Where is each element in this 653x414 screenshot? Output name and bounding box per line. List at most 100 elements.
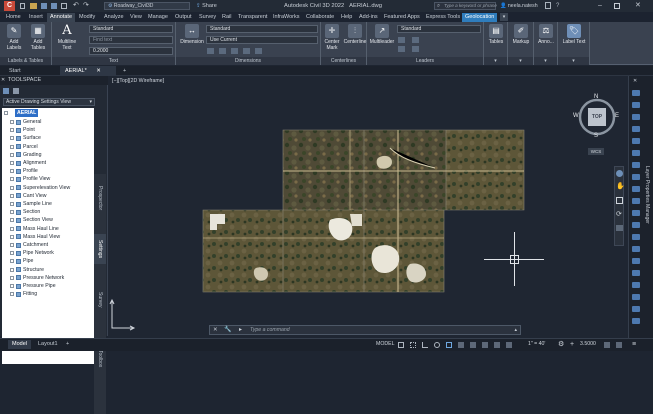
auto-scale-icon[interactable] (506, 342, 512, 348)
leaders-title[interactable]: Leaders (367, 57, 483, 65)
osnap-icon[interactable] (446, 342, 452, 348)
expand-icon[interactable] (10, 259, 14, 264)
tab-add-ins[interactable]: Add-ins (356, 13, 381, 22)
tool-icon[interactable] (632, 210, 640, 216)
new-icon[interactable] (20, 3, 25, 9)
annotation-button[interactable]: ⚖ Anno... (535, 24, 557, 45)
add-leader-icon[interactable] (398, 37, 405, 43)
tab-rail[interactable]: Rail (219, 13, 234, 22)
find-text-input[interactable]: Find text (89, 36, 173, 44)
tab-insert[interactable]: Insert (26, 13, 46, 22)
expand-icon[interactable] (10, 136, 14, 141)
viewcube[interactable]: TOP N S W E (572, 94, 620, 142)
save-icon[interactable] (41, 3, 47, 9)
expand-icon[interactable] (10, 144, 14, 149)
tab-survey[interactable]: Survey (196, 13, 219, 22)
workspace-selector[interactable]: ⚙ Roadway_Civil3D (104, 2, 190, 10)
viewcube-top-face[interactable]: TOP (588, 108, 606, 126)
expand-icon[interactable] (10, 185, 14, 190)
hardware-acceleration-icon[interactable] (604, 342, 610, 348)
label-text-expander[interactable]: ▾ (558, 57, 589, 65)
lineweight-icon[interactable] (458, 342, 464, 348)
tool-icon[interactable] (632, 90, 640, 96)
tool-icon[interactable] (632, 162, 640, 168)
selection-cycling-icon[interactable] (482, 342, 488, 348)
ribbon-minimize-icon[interactable]: ▾ (500, 13, 508, 21)
compass-north[interactable]: N (594, 94, 598, 100)
text-height-input[interactable]: 0.2000 (89, 47, 173, 55)
tab-infraworks[interactable]: InfraWorks (270, 13, 303, 22)
wcs-menu[interactable]: WCS (588, 148, 604, 155)
orbit-icon[interactable]: ⟳ (616, 211, 622, 219)
cart-icon[interactable] (545, 2, 551, 9)
viewport-controls[interactable]: [−][Top][2D Wireframe] (112, 78, 164, 84)
expand-icon[interactable] (10, 251, 14, 256)
centerlines-title[interactable]: Centerlines (321, 57, 366, 65)
adjust-space-icon[interactable] (243, 48, 250, 54)
tab-model[interactable]: Model (8, 340, 31, 349)
tool-icon[interactable] (632, 270, 640, 276)
expand-icon[interactable] (10, 292, 14, 297)
center-mark-button[interactable]: ✛ Center Mark (322, 24, 342, 51)
transparency-icon[interactable] (470, 342, 476, 348)
tool-icon[interactable] (632, 282, 640, 288)
dimension-button[interactable]: ↔ Dimension (179, 24, 205, 45)
tab-express-tools[interactable]: Express Tools (423, 13, 463, 22)
dim-layer-select[interactable]: Use Current (206, 36, 318, 44)
expand-icon[interactable] (10, 128, 14, 133)
tab-collaborate[interactable]: Collaborate (303, 13, 337, 22)
tool-icon[interactable] (632, 114, 640, 120)
minimize-icon[interactable]: – (598, 1, 602, 11)
tab-home[interactable]: Home (3, 13, 24, 22)
side-tab-survey[interactable]: Survey (94, 286, 106, 314)
expand-icon[interactable] (10, 267, 14, 272)
tab-layout1[interactable]: Layout1 (34, 340, 62, 349)
tool-icon[interactable] (632, 318, 640, 324)
tool-icon[interactable] (632, 126, 640, 132)
edit-icon[interactable] (13, 88, 19, 94)
polar-icon[interactable] (434, 342, 440, 348)
markup-expander[interactable]: ▾ (508, 57, 533, 65)
compass-east[interactable]: E (615, 113, 619, 119)
expand-icon[interactable] (10, 161, 14, 165)
search-input[interactable]: Type a keyword or phrase (444, 3, 497, 9)
new-tab-button[interactable]: + (118, 66, 131, 76)
help-icon[interactable]: ? (556, 1, 559, 11)
tab-featured-apps[interactable]: Featured Apps (381, 13, 423, 22)
dim-style-select[interactable]: Standard (206, 25, 318, 33)
tool-icon[interactable] (632, 246, 640, 252)
tab-geolocation[interactable]: Geolocation (462, 13, 498, 22)
pan-icon[interactable]: ✋ (616, 183, 625, 191)
annotation-expander[interactable]: ▾ (534, 57, 557, 65)
annotation-visibility-icon[interactable] (494, 342, 500, 348)
centerline-button[interactable]: ⫶ Centerline (343, 24, 367, 45)
tool-icon[interactable] (632, 234, 640, 240)
refresh-icon[interactable] (3, 88, 9, 94)
open-icon[interactable] (30, 3, 37, 9)
save-as-icon[interactable] (51, 3, 57, 9)
share-button[interactable]: ⇪ Share (196, 2, 217, 10)
aerial-imagery[interactable] (200, 128, 525, 294)
expand-icon[interactable] (10, 284, 14, 288)
tab-start[interactable]: Start (4, 66, 60, 76)
layer-properties-label[interactable]: Layer Properties Manager (642, 166, 652, 266)
tool-icon[interactable] (632, 198, 640, 204)
toolspace-header[interactable]: ✕ TOOLSPACE (0, 76, 108, 85)
tool-icon[interactable] (632, 150, 640, 156)
ortho-icon[interactable] (422, 342, 428, 348)
expand-icon[interactable] (10, 210, 14, 215)
expand-icon[interactable] (10, 226, 14, 231)
restore-icon[interactable] (614, 3, 620, 9)
tab-analyze[interactable]: Analyze (101, 13, 127, 22)
tab-annotate[interactable]: Annotate (47, 13, 76, 22)
add-tables-button[interactable]: ▦ Add Tables (27, 24, 49, 51)
close-icon[interactable]: ✕ (635, 0, 641, 12)
snap-icon[interactable] (410, 342, 416, 348)
tab-close-icon[interactable]: ✕ (96, 68, 101, 74)
expand-icon[interactable] (10, 120, 14, 124)
tab-manage[interactable]: Manage (145, 13, 171, 22)
labels-tables-title[interactable]: Labels & Tables (0, 57, 51, 65)
expand-icon[interactable] (10, 152, 14, 157)
collect-leader-icon[interactable] (412, 46, 419, 52)
tool-icon[interactable] (632, 306, 640, 312)
